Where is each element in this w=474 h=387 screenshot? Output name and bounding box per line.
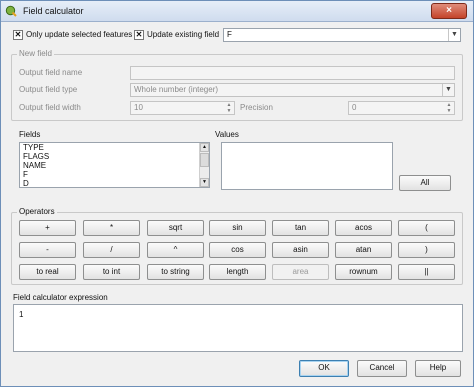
help-button[interactable]: Help xyxy=(415,360,461,377)
values-list[interactable] xyxy=(221,142,393,190)
fields-label: Fields xyxy=(19,130,41,139)
output-field-type-value: Whole number (integer) xyxy=(134,85,219,94)
list-item[interactable]: FLAGS xyxy=(20,152,209,161)
close-button[interactable]: × xyxy=(431,3,467,19)
list-item[interactable]: NAME xyxy=(20,161,209,170)
operator-acos-button[interactable]: acos xyxy=(335,220,392,236)
operator-cos-button[interactable]: cos xyxy=(209,242,266,258)
existing-field-value: F xyxy=(227,30,232,39)
ok-button[interactable]: OK xyxy=(299,360,349,377)
fields-scrollbar[interactable]: ▲ ▼ xyxy=(199,143,209,187)
operator-minus-button[interactable]: - xyxy=(19,242,76,258)
check-icon: ✕ xyxy=(14,30,22,39)
operator-length-button[interactable]: length xyxy=(209,264,266,280)
existing-field-select[interactable]: F ▼ xyxy=(223,28,461,42)
expression-text: 1 xyxy=(19,310,24,319)
operator-to-int-button[interactable]: to int xyxy=(83,264,140,280)
field-calculator-dialog: Field calculator × ✕ Only update selecte… xyxy=(0,0,474,387)
chevron-down-icon: ▼ xyxy=(442,84,454,96)
check-icon: ✕ xyxy=(135,30,143,39)
precision-spinbox[interactable]: 0 ▲ ▼ xyxy=(348,101,455,115)
close-icon: × xyxy=(446,5,452,16)
output-field-name-label: Output field name xyxy=(19,68,83,77)
expression-label: Field calculator expression xyxy=(13,293,108,302)
operator-divide-button[interactable]: / xyxy=(83,242,140,258)
output-field-type-label: Output field type xyxy=(19,85,78,94)
output-field-width-value: 10 xyxy=(134,103,143,112)
qgis-logo-icon xyxy=(5,5,17,17)
output-field-name-input[interactable] xyxy=(130,66,455,80)
only-update-selected-label: Only update selected features xyxy=(26,30,133,39)
scroll-thumb[interactable] xyxy=(200,153,209,167)
list-item[interactable]: F xyxy=(20,170,209,179)
expression-input[interactable]: 1 xyxy=(13,304,463,352)
title-bar[interactable]: Field calculator × xyxy=(1,1,473,22)
scroll-up-icon[interactable]: ▲ xyxy=(200,143,209,152)
operator-to-string-button[interactable]: to string xyxy=(147,264,204,280)
operator-sqrt-button[interactable]: sqrt xyxy=(147,220,204,236)
output-field-width-label: Output field width xyxy=(19,103,81,112)
window-title: Field calculator xyxy=(23,6,84,16)
operator-asin-button[interactable]: asin xyxy=(272,242,329,258)
operators-group-title: Operators xyxy=(17,207,57,216)
chevron-down-icon: ▼ xyxy=(448,29,460,41)
new-field-group-title: New field xyxy=(17,49,54,58)
operator-area-button[interactable]: area xyxy=(272,264,329,280)
all-values-button[interactable]: All xyxy=(399,175,451,191)
precision-label: Precision xyxy=(240,103,273,112)
update-existing-field-label: Update existing field xyxy=(147,30,220,39)
scroll-down-icon[interactable]: ▼ xyxy=(200,178,209,187)
operator-sin-button[interactable]: sin xyxy=(209,220,266,236)
output-field-width-spinbox[interactable]: 10 ▲ ▼ xyxy=(130,101,235,115)
precision-value: 0 xyxy=(352,103,357,112)
operator-close-paren-button[interactable]: ) xyxy=(398,242,455,258)
values-label: Values xyxy=(215,130,239,139)
update-existing-field-checkbox[interactable]: ✕ xyxy=(134,30,144,40)
spin-down-icon[interactable]: ▼ xyxy=(224,108,234,114)
operator-tan-button[interactable]: tan xyxy=(272,220,329,236)
operator-rownum-button[interactable]: rownum xyxy=(335,264,392,280)
list-item[interactable]: D xyxy=(20,179,209,187)
spin-down-icon[interactable]: ▼ xyxy=(444,108,454,114)
operator-to-real-button[interactable]: to real xyxy=(19,264,76,280)
only-update-selected-checkbox[interactable]: ✕ xyxy=(13,30,23,40)
list-item[interactable]: TYPE xyxy=(20,143,209,152)
operator-multiply-button[interactable]: * xyxy=(83,220,140,236)
cancel-button[interactable]: Cancel xyxy=(357,360,407,377)
operator-atan-button[interactable]: atan xyxy=(335,242,392,258)
operator-plus-button[interactable]: + xyxy=(19,220,76,236)
operator-concat-button[interactable]: || xyxy=(398,264,455,280)
output-field-type-select[interactable]: Whole number (integer) ▼ xyxy=(130,83,455,97)
fields-list[interactable]: TYPE FLAGS NAME F D ▲ ▼ xyxy=(19,142,210,188)
operator-power-button[interactable]: ^ xyxy=(147,242,204,258)
operator-open-paren-button[interactable]: ( xyxy=(398,220,455,236)
